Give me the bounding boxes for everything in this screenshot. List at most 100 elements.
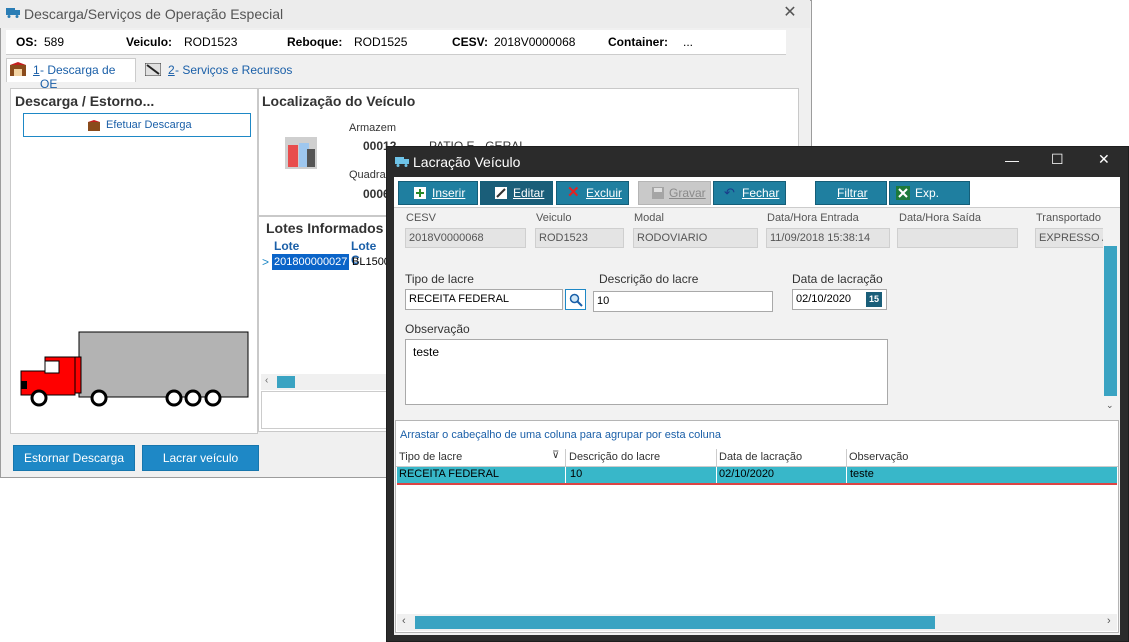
fechar-button[interactable]: ↶ Fechar [713,181,786,205]
tab-descarga[interactable]: 1 - Descarga de OE [6,58,136,91]
exp-excel-button[interactable]: Exp. Excel [889,181,970,222]
estornar-descarga-button[interactable]: Estornar Descarga [13,445,135,471]
insert-icon [414,187,426,199]
reboque-value: ROD1525 [354,35,408,49]
cesv-field-label: CESV [406,212,436,224]
column-tipo-lacre[interactable]: Tipo de lacre [399,451,462,463]
inserir-button[interactable]: Inserir [398,181,478,205]
lotes-footer [261,391,387,429]
veiculo-field[interactable]: ROD1523 [535,228,624,248]
tipo-lacre-label: Tipo de lacre [405,272,474,286]
transportado-field[interactable]: EXPRESSO AI [1035,228,1103,248]
efetuar-descarga-button[interactable]: Efetuar Descarga [23,113,251,137]
descricao-lacre-field[interactable]: 10 [593,291,773,312]
tab-descarga-label: - Descarga de OE [40,63,116,91]
os-value: 589 [44,35,65,49]
scroll-right-icon[interactable]: › [1107,615,1111,627]
descarga-panel: Descarga / Estorno... Efetuar Descarga [10,88,258,434]
scroll-thumb[interactable] [277,376,295,388]
maximize-icon[interactable]: ☐ [1051,151,1064,168]
entrada-field-label: Data/Hora Entrada [767,212,859,224]
delete-icon: ✕ [567,184,580,201]
entrada-field[interactable]: 11/09/2018 15:38:14 [766,228,890,248]
observacao-field[interactable]: teste [405,339,888,405]
scroll-down-icon[interactable]: ⌄ [1106,400,1114,411]
quadra-label: Quadra [349,169,386,181]
editar-button[interactable]: Editar [480,181,553,205]
tab-servicos[interactable]: 2 - Serviços e Recursos [140,60,300,82]
lote-value: 201800000027 [274,256,348,268]
column-descricao[interactable]: Descrição do lacre [569,451,660,463]
row-tipo-lacre: RECEITA FEDERAL [399,468,500,480]
minimize-icon[interactable]: — [1005,152,1019,168]
location-icon [285,137,317,169]
calendar-button[interactable]: 15 [864,289,887,310]
inserir-label: Inserir [432,186,466,200]
veiculo-value: ROD1523 [184,35,238,49]
tools-icon [145,63,161,76]
filter-icon[interactable]: ⊽ [552,450,559,461]
search-button[interactable] [565,289,586,310]
grid-header: Tipo de lacre ⊽ Descrição do lacre Data … [396,449,1118,467]
editar-label: Editar [513,186,545,200]
cell-divider [846,467,847,483]
lote-c-value: BL1500 [352,256,390,268]
table-row[interactable]: RECEITA FEDERAL 10 02/10/2020 teste [397,467,1117,485]
container-value: ... [683,35,694,49]
tab-descarga-num: 1 [33,63,40,77]
gravar-button[interactable]: Gravar [638,181,711,205]
excluir-label: Excluir [586,186,623,200]
excluir-button[interactable]: ✕ Excluir [556,181,629,205]
warehouse-icon [10,62,26,76]
lote-cell[interactable]: 201800000027 [272,254,349,270]
truck-illustration [20,331,249,407]
descarga-title-bar[interactable]: Descarga/Serviços de Operação Especial ✕ [0,0,810,28]
cesv-label: CESV: [452,35,489,49]
excel-icon [896,186,910,200]
filtrar-button[interactable]: Filtrar [815,181,887,205]
descarga-title: Descarga/Serviços de Operação Especial [24,6,284,22]
row-indicator-icon: > [262,255,270,269]
transportado-field-label: Transportado [1036,212,1102,224]
scroll-thumb[interactable] [415,616,935,629]
tipo-lacre-field[interactable]: RECEITA FEDERAL [405,289,563,310]
armazem-label: Armazem [349,122,397,134]
row-descricao: 10 [570,468,583,480]
scroll-left-icon[interactable]: ‹ [265,375,268,386]
gravar-label: Gravar [669,186,706,200]
modal-field[interactable]: RODOVIARIO [633,228,758,248]
data-lacracao-field[interactable]: 02/10/2020 [792,289,864,310]
localizacao-header: Localização do Veículo [262,93,416,109]
close-icon[interactable]: ✕ [1098,151,1110,168]
lote-column[interactable]: Lote [274,239,299,253]
scroll-thumb[interactable] [1104,246,1117,396]
cell-divider [565,467,566,483]
lotes-hscrollbar[interactable]: ‹ [261,374,387,390]
tab-servicos-num: 2 [168,63,175,77]
search-icon [569,293,583,307]
form-vscrollbar[interactable]: ⌄ [1103,210,1118,415]
modal-field-label: Modal [634,212,664,224]
lacracao-title-bar[interactable]: Lacração Veículo — ☐ ✕ [387,147,1128,177]
saida-field[interactable] [897,228,1018,248]
estornar-label: Estornar Descarga [23,451,125,465]
os-label: OS: [16,35,38,49]
data-lacracao-label: Data de lacração [792,272,883,286]
lotes-panel: Lotes Informados Lote Lote C > 201800000… [258,216,390,432]
truck-icon [395,157,409,167]
grid-hscrollbar[interactable]: ‹ › [397,614,1117,631]
saida-field-label: Data/Hora Saída [899,212,981,224]
lacrar-veiculo-button[interactable]: Lacrar veículo [142,445,259,471]
close-icon[interactable]: ✕ [780,3,800,23]
cell-divider [716,467,717,483]
lacres-grid: Arrastar o cabeçalho de uma coluna para … [395,420,1119,633]
info-bar: OS: 589 Veiculo: ROD1523 Reboque: ROD152… [6,30,786,55]
save-icon [652,187,664,199]
observacao-label: Observação [405,322,470,336]
truck-icon [6,8,20,18]
scroll-left-icon[interactable]: ‹ [402,615,406,627]
cesv-field[interactable]: 2018V0000068 [405,228,526,248]
column-observacao[interactable]: Observação [849,451,908,463]
column-data-lacracao[interactable]: Data de lacração [719,451,802,463]
column-divider [716,449,717,466]
